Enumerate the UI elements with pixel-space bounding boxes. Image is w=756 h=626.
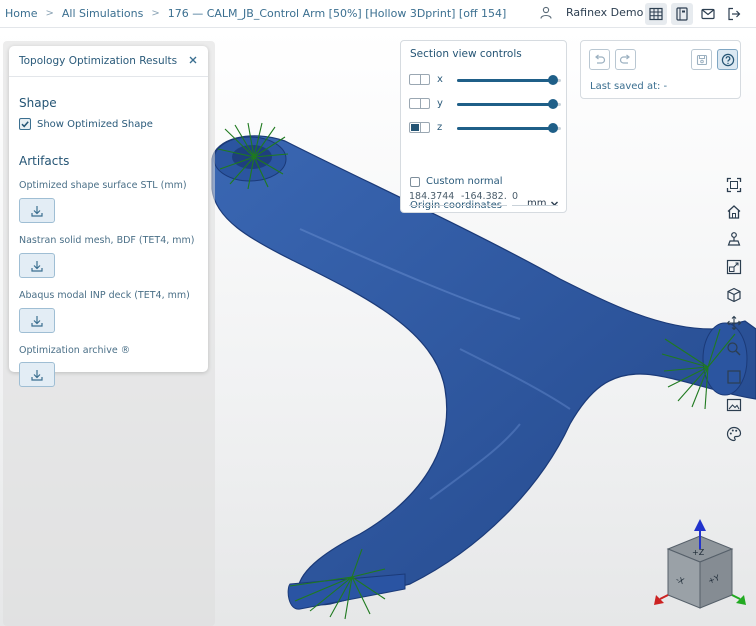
fullscreen-icon: [726, 177, 742, 193]
panel-header: Topology Optimization Results: [9, 46, 208, 77]
download-icon: [31, 369, 43, 381]
section-icon: [727, 370, 741, 384]
check-icon: [21, 121, 29, 128]
move-icon: [726, 315, 742, 331]
top-toolbar: [645, 3, 745, 25]
view-cube[interactable]: [654, 519, 746, 609]
zoom-icon: [727, 342, 741, 356]
color-palette-button[interactable]: [724, 424, 744, 444]
axis-z-toggle[interactable]: [409, 122, 430, 133]
user-icon: [540, 6, 552, 19]
axis-letter: z: [437, 122, 443, 133]
view-cube-top-label[interactable]: +Z: [692, 548, 704, 557]
download-icon: [31, 260, 43, 272]
screenshot-button[interactable]: [724, 395, 744, 415]
help-icon: [721, 53, 734, 66]
section-button[interactable]: [724, 367, 744, 387]
artifact-label: Optimized shape surface STL (mm): [19, 180, 187, 191]
image-icon: [726, 398, 742, 412]
artifact-label: Abaqus modal INP deck (TET4, mm): [19, 290, 190, 301]
axis-letter: x: [437, 74, 443, 85]
3d-viewport[interactable]: Topology Optimization Results Shape Show…: [0, 29, 756, 626]
artifact-label: Optimization archive ®: [19, 345, 131, 356]
custom-normal-label: Custom normal: [426, 176, 503, 187]
save-icon: [696, 54, 707, 65]
download-icon: [31, 315, 43, 327]
mail-icon: [701, 8, 715, 20]
download-inp-button[interactable]: [19, 308, 55, 333]
fit-view-button[interactable]: [724, 175, 744, 195]
pin-icon: [727, 232, 741, 246]
notebook-button[interactable]: [671, 3, 693, 25]
axis-y-toggle[interactable]: [409, 98, 430, 109]
pan-button[interactable]: [724, 313, 744, 333]
show-optimized-checkbox[interactable]: [19, 118, 31, 130]
breadcrumb-home[interactable]: Home: [5, 7, 37, 20]
shape-heading: Shape: [19, 96, 57, 110]
redo-icon: [619, 54, 630, 64]
axis-row-z: z: [409, 122, 561, 133]
cube-icon: [727, 287, 741, 303]
artifacts-heading: Artifacts: [19, 154, 70, 168]
table-icon: [649, 7, 663, 21]
save-button[interactable]: [691, 49, 712, 70]
axis-z-slider[interactable]: [457, 122, 561, 133]
axis-row-y: y: [409, 98, 561, 109]
help-button[interactable]: [717, 49, 738, 70]
axis-x-slider[interactable]: [457, 74, 561, 85]
palette-icon: [726, 426, 742, 442]
show-optimized-label: Show Optimized Shape: [37, 118, 153, 130]
custom-normal-checkbox[interactable]: [410, 176, 420, 187]
zoom-box-icon: [726, 259, 742, 275]
breadcrumb-current: 176 — CALM_JB_Control Arm [50%] [Hollow …: [167, 7, 507, 20]
axis-row-x: x: [409, 74, 561, 85]
zoom-region-button[interactable]: [724, 257, 744, 277]
section-view-title: Section view controls: [410, 48, 522, 60]
panel-title: Topology Optimization Results: [19, 55, 178, 67]
download-icon: [31, 205, 43, 217]
user-menu[interactable]: Rafinex Demo: [540, 6, 643, 19]
undo-button[interactable]: [589, 49, 610, 70]
logout-button[interactable]: [723, 3, 745, 25]
home-view-button[interactable]: [724, 202, 744, 222]
origin-y-input[interactable]: -164.382…: [461, 191, 507, 206]
show-optimized-shape-toggle[interactable]: Show Optimized Shape: [19, 118, 153, 130]
download-archive-button[interactable]: [19, 362, 55, 387]
origin-z-input[interactable]: 0: [512, 191, 558, 206]
notebook-icon: [676, 7, 688, 21]
section-view-controls: Section view controls x y z Custom norma…: [400, 40, 567, 213]
close-icon[interactable]: [187, 54, 199, 66]
table-view-button[interactable]: [645, 3, 667, 25]
breadcrumb-separator: >: [45, 8, 54, 19]
download-stl-button[interactable]: [19, 198, 55, 223]
artifact-label: Nastran solid mesh, BDF (TET4, mm): [19, 235, 195, 246]
history-panel: Last saved at: -: [580, 40, 741, 99]
top-bar: Home > All Simulations > 176 — CALM_JB_C…: [0, 0, 756, 28]
axis-y-slider[interactable]: [457, 98, 561, 109]
home-icon: [727, 205, 741, 219]
custom-normal-toggle[interactable]: Custom normal: [410, 176, 503, 187]
breadcrumb: Home > All Simulations > 176 — CALM_JB_C…: [0, 7, 506, 20]
download-bdf-button[interactable]: [19, 253, 55, 278]
breadcrumb-separator: >: [151, 8, 160, 19]
last-saved-status: Last saved at: -: [590, 81, 668, 92]
mail-button[interactable]: [697, 3, 719, 25]
user-name: Rafinex Demo: [566, 6, 644, 19]
axis-letter: y: [437, 98, 443, 109]
axis-x-toggle[interactable]: [409, 74, 430, 85]
origin-x-input[interactable]: 184.3744…: [409, 191, 455, 206]
redo-button[interactable]: [615, 49, 636, 70]
zoom-button[interactable]: [724, 339, 744, 359]
pin-view-button[interactable]: [724, 229, 744, 249]
undo-icon: [595, 54, 606, 64]
breadcrumb-all-simulations[interactable]: All Simulations: [62, 7, 143, 20]
topology-results-panel: Topology Optimization Results Shape Show…: [9, 46, 208, 387]
logout-icon: [728, 7, 741, 21]
cube-view-button[interactable]: [724, 285, 744, 305]
